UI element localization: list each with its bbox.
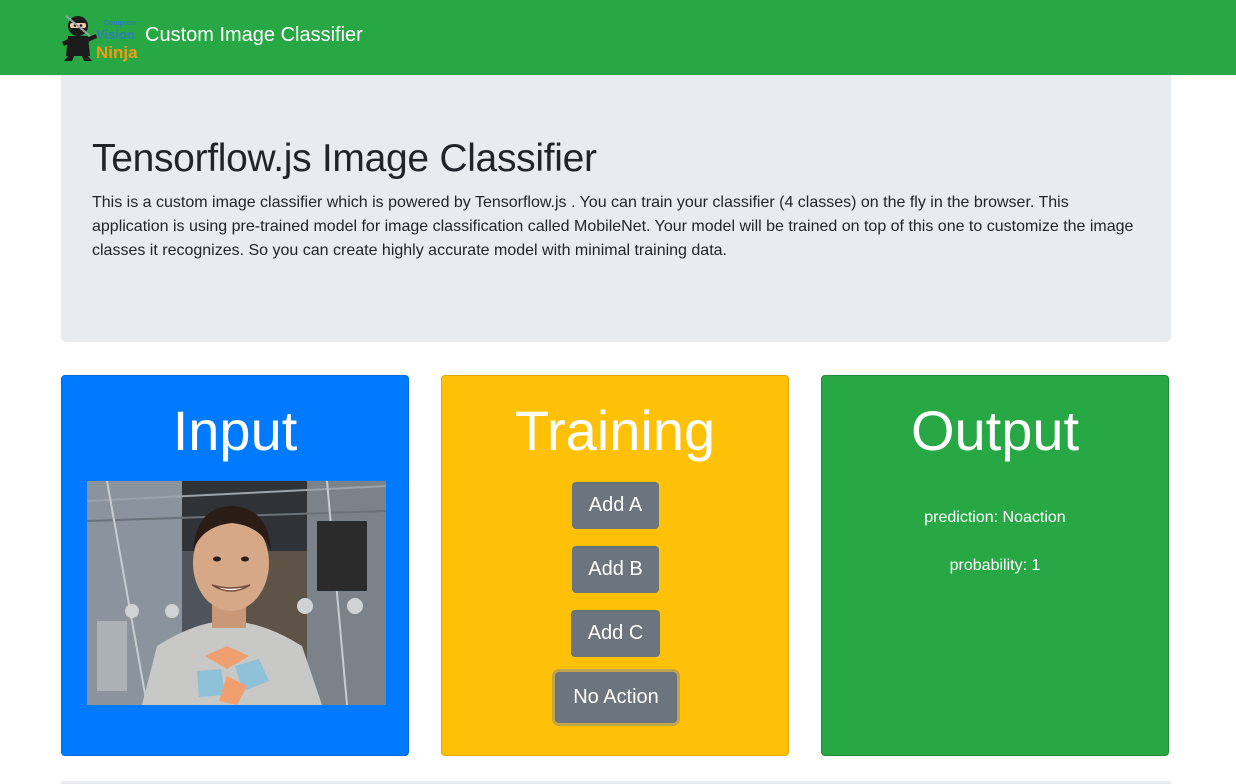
logo-text-vision: Vision bbox=[96, 27, 135, 42]
training-card: Training Add A Add B Add C No Action bbox=[441, 375, 789, 756]
webcam-feed bbox=[87, 481, 386, 705]
output-card-title: Output bbox=[910, 399, 1080, 462]
brand-title: Custom Image Classifier bbox=[145, 23, 363, 46]
output-card: Output prediction: Noaction probability:… bbox=[821, 375, 1169, 756]
page-description: This is a custom image classifier which … bbox=[92, 194, 1134, 259]
ninja-logo-icon: Computer Vision Ninja bbox=[60, 12, 140, 62]
prediction-text: prediction: Noaction bbox=[924, 509, 1066, 526]
probability-text: probability: 1 bbox=[949, 557, 1041, 574]
input-card-title: Input bbox=[172, 399, 298, 462]
add-c-button[interactable]: Add C bbox=[571, 610, 660, 657]
add-b-button[interactable]: Add B bbox=[572, 546, 659, 593]
training-card-title: Training bbox=[514, 399, 716, 462]
logo-text-ninja: Ninja bbox=[96, 43, 138, 62]
navbar-brand[interactable]: Computer Vision Ninja Custom Image Class… bbox=[60, 12, 363, 62]
no-action-button[interactable]: No Action bbox=[555, 672, 677, 723]
add-a-button[interactable]: Add A bbox=[572, 482, 659, 529]
logo-text-computer: Computer bbox=[104, 20, 137, 27]
top-navbar: Computer Vision Ninja Custom Image Class… bbox=[0, 0, 1236, 75]
intro-jumbotron: Tensorflow.js Image Classifier This is a… bbox=[61, 75, 1171, 342]
input-card: Input bbox=[61, 375, 409, 756]
page-title: Tensorflow.js Image Classifier bbox=[92, 137, 597, 180]
